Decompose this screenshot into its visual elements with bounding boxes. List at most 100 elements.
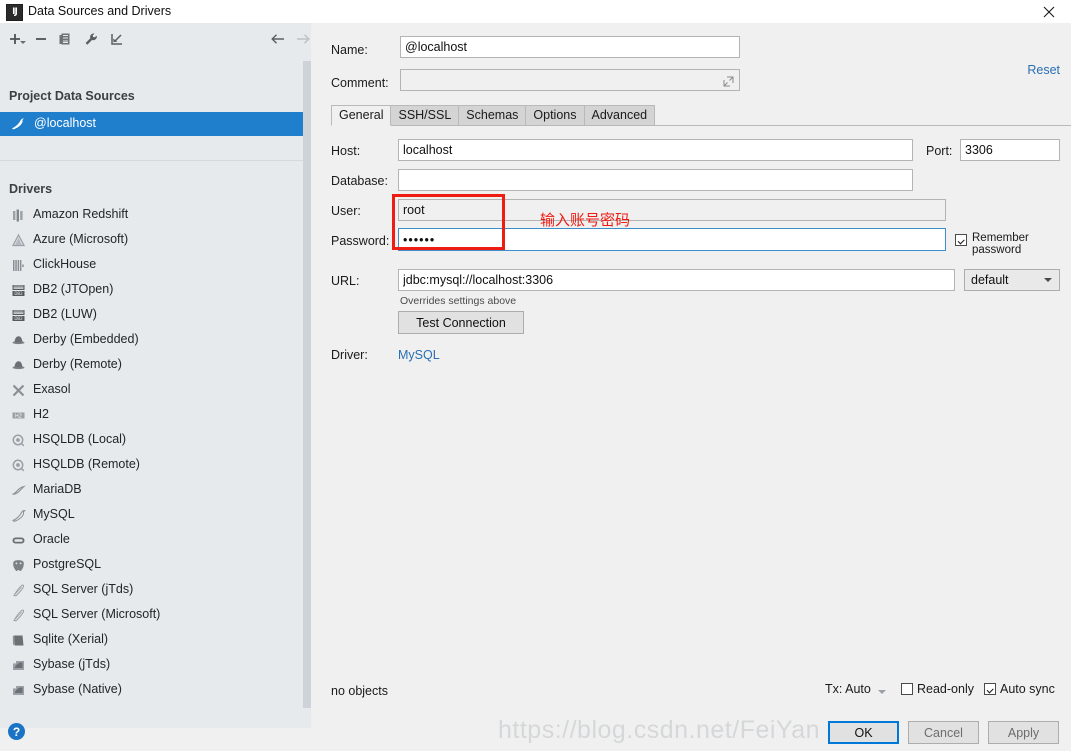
close-icon[interactable] (1026, 0, 1071, 23)
user-input[interactable] (398, 199, 946, 221)
driver-item-postgresql[interactable]: PostgreSQL (0, 553, 303, 578)
tx-mode-dropdown[interactable]: Tx: Auto (825, 682, 871, 696)
driver-item-sybase-jtds[interactable]: Sybase (jTds) (0, 653, 303, 678)
apply-button[interactable]: Apply (988, 721, 1059, 744)
cancel-button[interactable]: Cancel (908, 721, 979, 744)
port-label: Port: (926, 144, 953, 158)
sybase-icon (10, 682, 27, 699)
driver-item-amazon-redshift[interactable]: Amazon Redshift (0, 203, 303, 228)
driver-item-label: MySQL (33, 507, 75, 521)
sqlserver-icon (10, 582, 27, 599)
database-input[interactable] (398, 169, 913, 191)
svg-text:DB2: DB2 (14, 316, 23, 321)
driver-item-h2[interactable]: H2 H2 (0, 403, 303, 428)
password-input[interactable] (398, 228, 946, 251)
read-only-checkbox[interactable] (901, 683, 913, 695)
add-icon[interactable] (5, 29, 25, 49)
test-connection-button[interactable]: Test Connection (398, 311, 524, 334)
svg-text:DB2: DB2 (14, 291, 23, 296)
hsqldb-icon (10, 432, 27, 449)
driver-item-mysql[interactable]: MySQL (0, 503, 303, 528)
host-input[interactable] (398, 139, 913, 161)
tab-advanced[interactable]: Advanced (583, 105, 656, 126)
arrow-left-icon[interactable] (268, 29, 288, 49)
svg-text:H2: H2 (15, 413, 22, 419)
h2-icon: H2 (10, 407, 27, 424)
driver-item-label: H2 (33, 407, 49, 421)
sybase-icon (10, 657, 27, 674)
auto-sync-checkbox[interactable] (984, 683, 996, 695)
remember-password-label: Remember password (972, 232, 1029, 256)
driver-item-hsqldb-remote[interactable]: HSQLDB (Remote) (0, 453, 303, 478)
remove-icon[interactable] (31, 29, 51, 49)
password-label: Password: (331, 234, 390, 248)
driver-item-sql-server-jtds[interactable]: SQL Server (jTds) (0, 578, 303, 603)
driver-item-label: Sybase (jTds) (33, 657, 111, 671)
help-button[interactable]: ? (8, 723, 25, 740)
host-label: Host: (331, 144, 361, 158)
driver-item-clickhouse[interactable]: ClickHouse (0, 253, 303, 278)
driver-item-sybase-native[interactable]: Sybase (Native) (0, 678, 303, 703)
driver-item-derby-embedded[interactable]: Derby (Embedded) (0, 328, 303, 353)
driver-item-mariadb[interactable]: MariaDB (0, 478, 303, 503)
sidebar-item-localhost[interactable]: @localhost (0, 112, 303, 136)
driver-item-exasol[interactable]: Exasol (0, 378, 303, 403)
driver-item-label: Derby (Embedded) (33, 332, 139, 346)
drivers-list: Amazon Redshift Azure (Microsoft) ClickH… (0, 203, 303, 708)
driver-item-db2-luw[interactable]: DB2 DB2 (LUW) (0, 303, 303, 328)
driver-item-hsqldb-local[interactable]: HSQLDB (Local) (0, 428, 303, 453)
oracle-icon (10, 532, 27, 549)
comment-label: Comment: (331, 76, 389, 90)
sidebar-divider (0, 160, 303, 161)
driver-item-label: MariaDB (33, 482, 82, 496)
name-input[interactable] (400, 36, 740, 58)
copy-icon[interactable] (55, 29, 75, 49)
chevron-down-icon (1044, 278, 1052, 282)
reset-link[interactable]: Reset (1027, 63, 1060, 77)
objects-status: no objects (331, 684, 388, 698)
drivers-header: Drivers (9, 182, 53, 196)
driver-item-label: HSQLDB (Remote) (33, 457, 140, 471)
url-input[interactable] (398, 269, 955, 291)
driver-link[interactable]: MySQL (398, 348, 440, 362)
driver-item-oracle[interactable]: Oracle (0, 528, 303, 553)
port-input[interactable] (960, 139, 1060, 161)
tab-schemas[interactable]: Schemas (458, 105, 527, 126)
url-mode-value: default (971, 273, 1009, 287)
arrow-right-icon (293, 29, 313, 49)
url-mode-select[interactable]: default (964, 269, 1060, 291)
driver-item-label: DB2 (JTOpen) (33, 282, 114, 296)
sqlite-icon (10, 632, 27, 649)
tab-general[interactable]: General (331, 105, 392, 126)
expand-icon[interactable] (723, 74, 734, 94)
driver-item-sqlite-xerial[interactable]: Sqlite (Xerial) (0, 628, 303, 653)
sidebar-item-label: @localhost (34, 116, 97, 130)
driver-item-label: Oracle (33, 532, 70, 546)
wrench-icon[interactable] (81, 29, 101, 49)
sidebar-scrollbar-thumb[interactable] (303, 61, 311, 708)
tx-chevron-down-icon[interactable] (878, 690, 886, 694)
redshift-icon (10, 207, 27, 224)
driver-item-derby-remote[interactable]: Derby (Remote) (0, 353, 303, 378)
tab-options[interactable]: Options (525, 105, 585, 126)
comment-input[interactable] (400, 69, 740, 91)
import-icon[interactable] (107, 29, 127, 49)
driver-item-db2-jtopen[interactable]: DB2 DB2 (JTOpen) (0, 278, 303, 303)
user-label: User: (331, 204, 361, 218)
url-overrides-hint: Overrides settings above (400, 295, 517, 307)
mysql-icon (10, 116, 26, 135)
add-dropdown-caret-icon[interactable] (20, 41, 26, 44)
driver-item-sql-server-microsoft[interactable]: SQL Server (Microsoft) (0, 603, 303, 628)
remember-password-checkbox[interactable] (955, 234, 967, 246)
tab-bar: General SSH/SSL Schemas Options Advanced (331, 105, 656, 126)
derby-icon (10, 332, 27, 349)
driver-item-label: DB2 (LUW) (33, 307, 97, 321)
ok-button[interactable]: OK (828, 721, 899, 744)
driver-item-label: Sqlite (Xerial) (33, 632, 109, 646)
intellij-idea-logo-text: IJ (12, 7, 18, 17)
project-data-sources-header: Project Data Sources (9, 89, 135, 103)
tab-ssh-ssl[interactable]: SSH/SSL (390, 105, 460, 126)
driver-item-label: SQL Server (jTds) (33, 582, 134, 596)
driver-item-label: SQL Server (Microsoft) (33, 607, 161, 621)
driver-item-azure-microsoft[interactable]: Azure (Microsoft) (0, 228, 303, 253)
